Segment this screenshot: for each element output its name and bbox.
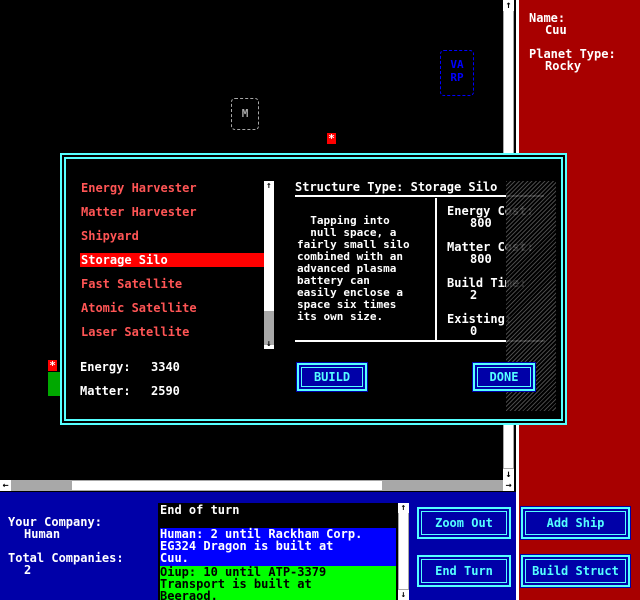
planet-type-value: Rocky: [545, 59, 582, 73]
structure-list-scrollbar[interactable]: ↑ ↓: [264, 181, 274, 349]
structure-item[interactable]: Laser Satellite: [80, 325, 265, 339]
log-entry: End of turn: [160, 504, 396, 528]
existing-label: Existing:: [447, 312, 513, 326]
planet-marker-label: M: [241, 107, 249, 120]
company-info: Your Company: Human Total Companies: 2: [0, 500, 155, 600]
structure-item[interactable]: Atomic Satellite: [80, 301, 265, 315]
description-box: Tapping into null space, a fairly small …: [295, 198, 437, 342]
fleet-marker-top: VA: [450, 58, 464, 71]
your-company-value: Human: [24, 527, 61, 541]
matter-cost-value: 800: [470, 252, 492, 266]
energy-cost-value: 800: [470, 216, 492, 230]
energy-label: Energy:: [80, 360, 131, 374]
scroll-down-icon[interactable]: ↓: [264, 339, 274, 349]
scroll-left-icon[interactable]: ←: [0, 480, 11, 491]
fleet-marker-bottom: RP: [450, 71, 464, 84]
message-log[interactable]: End of turn Human: 2 until Rackham Corp.…: [158, 503, 398, 600]
end-turn-button[interactable]: End Turn: [416, 554, 512, 588]
log-entry: Human: 2 until Rackham Corp. EG324 Drago…: [160, 528, 396, 566]
log-scrollbar[interactable]: ↑ ↓: [398, 503, 409, 600]
scroll-up-icon[interactable]: ↑: [398, 503, 409, 513]
scroll-thumb[interactable]: [72, 481, 382, 490]
scroll-thumb[interactable]: [399, 513, 408, 589]
planet-marker[interactable]: M: [231, 98, 259, 130]
map-horizontal-scrollbar[interactable]: ← →: [0, 480, 514, 491]
existing-value: 0: [470, 324, 478, 338]
scroll-right-icon[interactable]: →: [503, 480, 514, 491]
structure-item[interactable]: Fast Satellite: [80, 277, 265, 291]
star-icon[interactable]: *: [48, 360, 57, 371]
scroll-down-icon[interactable]: ↓: [503, 469, 514, 480]
build-time-value: 2: [470, 288, 478, 302]
matter-label: Matter:: [80, 384, 131, 398]
matter-value: 2590: [151, 384, 180, 398]
structure-item[interactable]: Shipyard: [80, 229, 265, 243]
structure-item[interactable]: Matter Harvester: [80, 205, 265, 219]
structure-item-selected[interactable]: Storage Silo: [80, 253, 265, 267]
total-companies-value: 2: [24, 563, 32, 577]
zoom-out-button[interactable]: Zoom Out: [416, 506, 512, 540]
star-icon[interactable]: *: [327, 133, 336, 144]
log-entry: Oiup: 10 until ATP-3379 Transport is bui…: [160, 566, 396, 600]
add-ship-button[interactable]: Add Ship: [520, 506, 631, 540]
structure-item[interactable]: Energy Harvester: [80, 181, 265, 195]
fleet-marker[interactable]: VA RP: [440, 50, 474, 96]
scroll-up-icon[interactable]: ↑: [264, 181, 274, 191]
structure-type-label: Structure Type: Storage Silo: [295, 180, 498, 194]
description-text: Tapping into null space, a fairly small …: [297, 214, 410, 323]
build-struct-button[interactable]: Build Struct: [520, 554, 631, 588]
done-button[interactable]: DONE: [472, 362, 536, 392]
build-button[interactable]: BUILD: [296, 362, 368, 392]
energy-value: 3340: [151, 360, 180, 374]
scroll-down-icon[interactable]: ↓: [398, 590, 409, 600]
build-structure-dialog: Energy Harvester Matter Harvester Shipya…: [64, 157, 563, 421]
name-value: Cuu: [545, 23, 567, 37]
